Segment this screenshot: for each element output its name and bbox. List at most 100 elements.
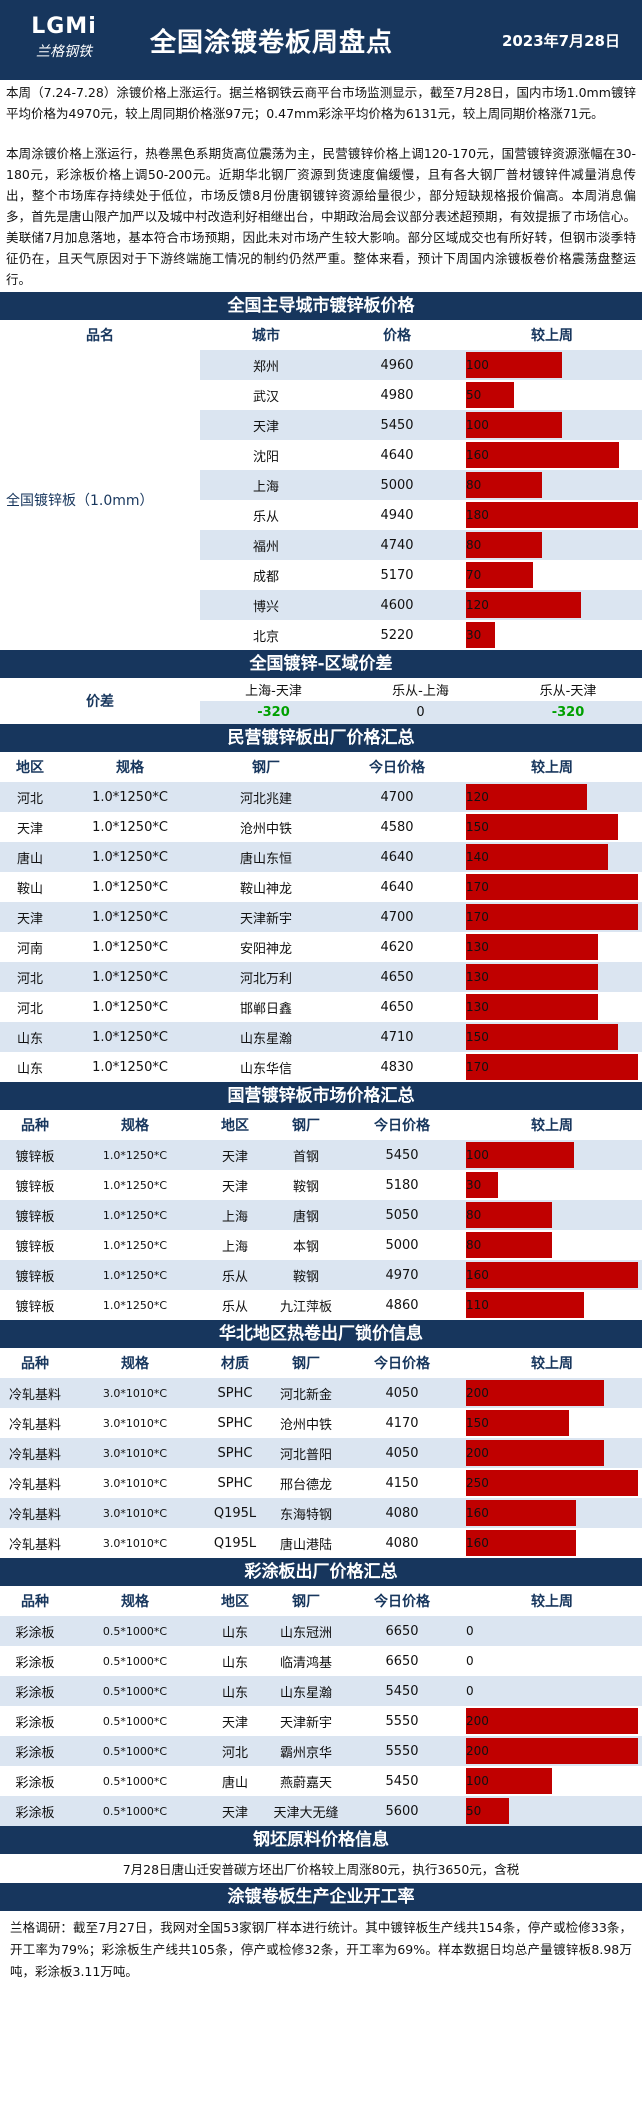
table-row: 河北 1.0*1250*C 河北兆建 4700 120 bbox=[0, 782, 642, 812]
kind: 镀锌板 bbox=[15, 1269, 55, 1285]
table-row: 唐山 1.0*1250*C 唐山东恒 4640 140 bbox=[0, 842, 642, 872]
intro-paragraph-1: 本周（7.24-7.28）涂镀价格上涨运行。据兰格钢铁云商平台市场监测显示，截至… bbox=[6, 85, 636, 121]
region: 山东 bbox=[16, 1061, 43, 1077]
price: 5000 bbox=[385, 1237, 419, 1253]
change-cell: 160 bbox=[462, 1498, 642, 1528]
kind: 冷轧基料 bbox=[8, 1387, 61, 1403]
change-cell: 80 bbox=[462, 1200, 642, 1230]
kind: 彩涂板 bbox=[15, 1655, 55, 1671]
table-row: 镀锌板 1.0*1250*C 上海 本钢 5000 80 bbox=[0, 1230, 642, 1260]
change-value: 80 bbox=[466, 537, 482, 552]
mill: 邯郸日鑫 bbox=[239, 1001, 292, 1017]
change-cell: 80 bbox=[462, 470, 642, 500]
mill: 河北兆建 bbox=[239, 791, 292, 807]
spec: 1.0*1250*C bbox=[92, 1059, 168, 1075]
header-cell: 地区 bbox=[221, 1594, 249, 1610]
kind: 冷轧基料 bbox=[8, 1507, 61, 1523]
table-row: 冷轧基料 3.0*1010*C Q195L 唐山港陆 4080 160 bbox=[0, 1528, 642, 1558]
spec: 1.0*1250*C bbox=[92, 999, 168, 1015]
color-coated-table: 品种 规格 地区 钢厂 今日价格 较上周 彩涂板 0.5*1000*C 山东 山东冠洲… bbox=[0, 1586, 642, 1826]
city: 沈阳 bbox=[252, 449, 279, 465]
change-value: 200 bbox=[466, 1445, 489, 1460]
city-price-table: 品名 城市 价格 较上周 全国镀锌板（1.0mm） 郑州 4960 100 武汉 4980… bbox=[0, 320, 642, 650]
price: 5180 bbox=[385, 1177, 419, 1193]
logo-mark: LGMi bbox=[31, 14, 97, 39]
price: 4700 bbox=[380, 789, 414, 805]
region-diff-table: 价差 上海-天津 乐从-上海 乐从-天津 -320 0 -320 bbox=[0, 678, 642, 724]
change-value: 120 bbox=[466, 597, 489, 612]
change-cell: 160 bbox=[462, 1528, 642, 1558]
spec: 1.0*1250*C bbox=[102, 1238, 168, 1252]
section-title-region-diff: 全国镀锌-区域价差 bbox=[0, 650, 642, 678]
price: 4170 bbox=[385, 1415, 419, 1431]
table-row: 冷轧基料 3.0*1010*C SPHC 河北新金 4050 200 bbox=[0, 1378, 642, 1408]
spec: 3.0*1010*C bbox=[102, 1416, 168, 1430]
spec: 0.5*1000*C bbox=[102, 1744, 168, 1758]
region: 河北 bbox=[16, 971, 43, 987]
price: 4150 bbox=[385, 1475, 419, 1491]
region: 天津 bbox=[16, 821, 43, 837]
table-row: 全国镀锌板（1.0mm） 郑州 4960 100 bbox=[0, 350, 642, 650]
price: 4830 bbox=[380, 1059, 414, 1075]
change-value: 30 bbox=[466, 627, 482, 642]
header-cell: 地区 bbox=[221, 1118, 249, 1134]
spec: 0.5*1000*C bbox=[102, 1774, 168, 1788]
mill: 唐山港陆 bbox=[279, 1537, 332, 1553]
price: 4700 bbox=[380, 909, 414, 925]
city: 郑州 bbox=[252, 359, 279, 375]
header-cell: 钢厂 bbox=[292, 1594, 320, 1610]
change-value: 250 bbox=[466, 1475, 489, 1490]
change-value: 200 bbox=[466, 1743, 489, 1758]
change-value: 0 bbox=[466, 1623, 474, 1638]
header-cell: 城市 bbox=[252, 328, 280, 344]
price: 4080 bbox=[385, 1505, 419, 1521]
change-cell: 100 bbox=[462, 410, 642, 440]
change-cell: 50 bbox=[462, 380, 642, 410]
table-row: 鞍山 1.0*1250*C 鞍山神龙 4640 170 bbox=[0, 872, 642, 902]
diff-col-name: 上海-天津 bbox=[245, 684, 302, 699]
price: 4980 bbox=[380, 387, 414, 403]
mill: 天津大无缝 bbox=[273, 1805, 339, 1821]
change-value: 30 bbox=[466, 1177, 482, 1192]
change-value: 120 bbox=[466, 789, 489, 804]
change-value: 100 bbox=[466, 1147, 489, 1162]
price: 4710 bbox=[380, 1029, 414, 1045]
change-cell: 200 bbox=[462, 1706, 642, 1736]
price: 4650 bbox=[380, 969, 414, 985]
header-cell: 品种 bbox=[21, 1356, 49, 1372]
table-row: 天津 1.0*1250*C 天津新宇 4700 170 bbox=[0, 902, 642, 932]
change-cell: 120 bbox=[462, 590, 642, 620]
diff-value: -320 bbox=[551, 705, 585, 720]
mill: 河北普阳 bbox=[279, 1447, 332, 1463]
header-cell: 较上周 bbox=[531, 1594, 573, 1610]
table-header-row: 品名 城市 价格 较上周 bbox=[0, 320, 642, 350]
change-value: 200 bbox=[466, 1385, 489, 1400]
table-header-row: 品种 规格 材质 钢厂 今日价格 较上周 bbox=[0, 1348, 642, 1378]
diff-col-name: 乐从-天津 bbox=[539, 684, 597, 699]
change-value: 160 bbox=[466, 447, 489, 462]
change-cell: 200 bbox=[462, 1736, 642, 1766]
price: 5550 bbox=[385, 1743, 419, 1759]
change-cell: 130 bbox=[462, 962, 642, 992]
private-mill-table: 地区 规格 钢厂 今日价格 较上周 河北 1.0*1250*C 河北兆建 4700 12… bbox=[0, 752, 642, 1082]
region: 天津 bbox=[221, 1715, 248, 1731]
table-row: 河南 1.0*1250*C 安阳神龙 4620 130 bbox=[0, 932, 642, 962]
price: 5550 bbox=[385, 1713, 419, 1729]
table-row: 彩涂板 0.5*1000*C 天津 天津新宇 5550 200 bbox=[0, 1706, 642, 1736]
mill: 鞍山神龙 bbox=[239, 881, 292, 897]
change-value: 50 bbox=[466, 1803, 482, 1818]
mill: 天津新宇 bbox=[239, 911, 292, 927]
city: 福州 bbox=[252, 539, 279, 555]
price: 4600 bbox=[380, 597, 414, 613]
spec: 3.0*1010*C bbox=[102, 1506, 168, 1520]
diff-label: 价差 bbox=[86, 694, 114, 710]
section-title-hot-coil: 华北地区热卷出厂锁价信息 bbox=[0, 1320, 642, 1348]
price: 4970 bbox=[385, 1267, 419, 1283]
mill: 燕蔚嘉天 bbox=[279, 1775, 332, 1791]
mat: SPHC bbox=[217, 1385, 253, 1401]
change-value: 0 bbox=[466, 1683, 474, 1698]
price: 4050 bbox=[385, 1385, 419, 1401]
region: 河南 bbox=[16, 941, 43, 957]
state-mill-table: 品种 规格 地区 钢厂 今日价格 较上周 镀锌板 1.0*1250*C 天津 首钢 54… bbox=[0, 1110, 642, 1320]
hot-coil-table: 品种 规格 材质 钢厂 今日价格 较上周 冷轧基料 3.0*1010*C SPHC 河… bbox=[0, 1348, 642, 1558]
